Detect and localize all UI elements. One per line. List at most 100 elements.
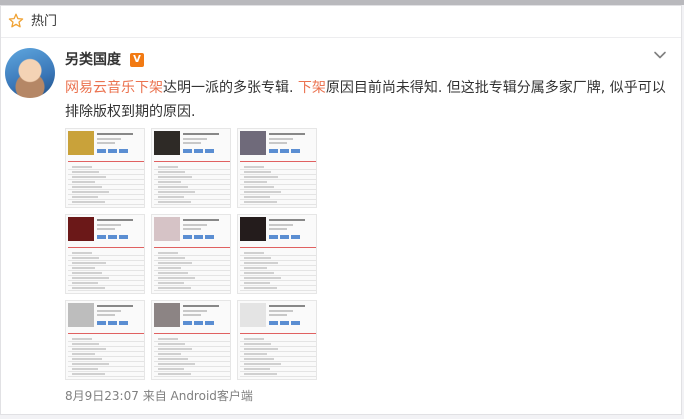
track-row	[154, 169, 230, 170]
album-meta-line	[269, 142, 287, 144]
track-name-placeholder	[72, 181, 95, 183]
track-name-placeholder	[244, 267, 267, 269]
album-meta-line	[97, 142, 115, 144]
track-name-placeholder	[72, 353, 95, 355]
album-screenshot-4[interactable]	[65, 214, 145, 294]
album-action-button	[97, 321, 106, 325]
track-name-placeholder	[244, 186, 274, 188]
album-meta-line	[269, 228, 287, 230]
track-name-placeholder	[158, 252, 178, 254]
track-row	[68, 275, 144, 276]
track-row	[154, 184, 230, 185]
album-screenshot-2[interactable]	[151, 128, 231, 208]
track-name-placeholder	[72, 196, 98, 198]
user-avatar[interactable]	[5, 48, 55, 98]
text-segment: 达明一派的多张专辑.	[163, 80, 298, 96]
album-title-placeholder	[97, 133, 133, 135]
album-meta-line	[269, 310, 293, 312]
track-row	[154, 371, 230, 372]
album-action-button	[119, 149, 128, 153]
track-row	[154, 346, 230, 347]
chevron-down-icon[interactable]	[653, 48, 667, 62]
album-screenshot-9[interactable]	[237, 300, 317, 380]
track-name-placeholder	[72, 257, 99, 259]
album-action-button	[269, 235, 278, 239]
album-meta-line	[97, 138, 121, 140]
track-name-placeholder	[72, 358, 102, 360]
track-name-placeholder	[72, 171, 99, 173]
track-row	[154, 270, 230, 271]
album-screenshot-1[interactable]	[65, 128, 145, 208]
track-row	[68, 184, 144, 185]
track-row	[154, 199, 230, 200]
track-row	[68, 280, 144, 281]
album-screenshot-3[interactable]	[237, 128, 317, 208]
track-row	[154, 356, 230, 357]
username-link[interactable]: 另类国度	[65, 51, 121, 69]
album-meta-line	[269, 224, 293, 226]
track-row	[68, 179, 144, 180]
track-name-placeholder	[72, 267, 95, 269]
track-row	[68, 376, 144, 377]
album-action-button	[108, 149, 117, 153]
album-action-button	[183, 321, 192, 325]
track-name-placeholder	[244, 277, 281, 279]
album-cover-image	[154, 217, 180, 241]
post-timestamp[interactable]: 8月9日23:07	[65, 389, 139, 403]
track-row	[154, 280, 230, 281]
track-row	[68, 270, 144, 271]
track-row	[240, 174, 316, 175]
track-name-placeholder	[72, 201, 105, 203]
album-cover-image	[68, 131, 94, 155]
album-cover-image	[240, 217, 266, 241]
track-name-placeholder	[244, 338, 264, 340]
track-name-placeholder	[72, 191, 109, 193]
track-row	[240, 280, 316, 281]
album-action-button	[97, 235, 106, 239]
track-name-placeholder	[244, 272, 274, 274]
album-screenshot-7[interactable]	[65, 300, 145, 380]
album-meta-line	[97, 314, 115, 316]
album-screenshot-5[interactable]	[151, 214, 231, 294]
track-row	[154, 204, 230, 205]
track-name-placeholder	[72, 277, 109, 279]
post-source[interactable]: 来自 Android客户端	[143, 389, 253, 403]
track-name-placeholder	[158, 282, 184, 284]
track-row	[240, 270, 316, 271]
album-meta-line	[97, 228, 115, 230]
track-name-placeholder	[244, 282, 270, 284]
tracklist-divider	[154, 247, 230, 248]
track-row	[154, 290, 230, 291]
album-action-button	[205, 321, 214, 325]
track-row	[68, 361, 144, 362]
album-action-button	[108, 321, 117, 325]
track-name-placeholder	[158, 343, 185, 345]
album-screenshot-8[interactable]	[151, 300, 231, 380]
track-row	[154, 285, 230, 286]
track-row	[240, 285, 316, 286]
track-name-placeholder	[244, 368, 270, 370]
tracklist-divider	[240, 247, 316, 248]
album-action-button	[291, 321, 300, 325]
topic-link[interactable]: 网易云音乐下架	[65, 80, 163, 96]
album-title-placeholder	[269, 305, 305, 307]
album-screenshot-6[interactable]	[237, 214, 317, 294]
track-name-placeholder	[158, 201, 191, 203]
track-name-placeholder	[158, 181, 181, 183]
track-name-placeholder	[244, 191, 281, 193]
star-outline-icon	[8, 13, 24, 28]
album-meta-line	[97, 310, 121, 312]
track-name-placeholder	[72, 368, 98, 370]
album-action-button	[291, 149, 300, 153]
album-meta-line	[269, 314, 287, 316]
track-name-placeholder	[158, 196, 184, 198]
album-action-button	[280, 321, 289, 325]
album-action-button	[194, 321, 203, 325]
track-row	[240, 204, 316, 205]
keyword-highlight[interactable]: 下架	[298, 80, 326, 96]
image-grid	[65, 128, 317, 380]
album-action-button	[269, 321, 278, 325]
track-row	[68, 169, 144, 170]
tracklist-divider	[68, 333, 144, 334]
track-row	[68, 174, 144, 175]
